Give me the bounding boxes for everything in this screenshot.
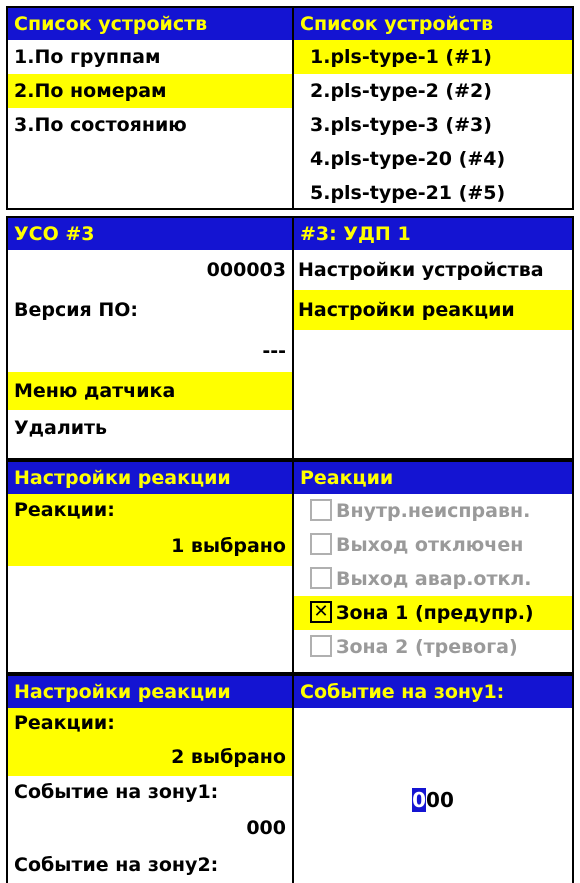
device-item-2[interactable]: 2.pls-type-2 (#2) xyxy=(294,74,572,108)
panel-header: Список устройств xyxy=(8,8,292,40)
reaction-label: Выход отключен xyxy=(336,534,524,556)
reaction-item-internal-fault[interactable]: Внутр.неисправн. xyxy=(294,494,572,528)
device-list-menu-panel: Список устройств 1.По группам 2.По номер… xyxy=(6,6,294,210)
reaction-item-output-disabled[interactable]: Выход отключен xyxy=(294,528,572,562)
checkbox-icon[interactable] xyxy=(310,566,332,589)
checkbox-checked-icon[interactable]: ✕ xyxy=(310,600,332,623)
event-zone2-label[interactable]: Событие на зону2: xyxy=(8,848,292,882)
sensor-menu-item[interactable]: Меню датчика xyxy=(8,372,292,410)
reaction-settings-item[interactable]: Настройки реакции xyxy=(294,290,572,330)
reaction-settings-detail-panel: Настройки реакции Реакции: 2 выбрано Соб… xyxy=(6,674,294,883)
panel-header: #3: УДП 1 xyxy=(294,218,572,250)
reaction-label: Зона 2 (тревога) xyxy=(336,636,518,658)
reaction-label: Внутр.неисправн. xyxy=(336,500,531,522)
panel-header: Список устройств xyxy=(294,8,572,40)
checkbox-icon[interactable] xyxy=(310,498,332,521)
event-zone1-edit-panel: Событие на зону1: 000 xyxy=(292,674,574,883)
device-item-3[interactable]: 3.pls-type-3 (#3) xyxy=(294,108,572,142)
event-zone1-value[interactable]: 000 xyxy=(8,808,292,848)
device-item-5[interactable]: 5.pls-type-21 (#5) xyxy=(294,176,572,208)
reactions-label[interactable]: Реакции: xyxy=(8,708,292,738)
event-zone1-label[interactable]: Событие на зону1: xyxy=(8,776,292,808)
reactions-label[interactable]: Реакции: xyxy=(8,494,292,526)
event-code-digits: 00 xyxy=(426,788,454,812)
edit-cursor-digit[interactable]: 0 xyxy=(412,788,427,812)
device-item-1[interactable]: 1.pls-type-1 (#1) xyxy=(294,40,572,74)
delete-item[interactable]: Удалить xyxy=(8,410,292,446)
reactions-value[interactable]: 2 выбрано xyxy=(8,738,292,776)
serial-number: 000003 xyxy=(206,259,286,281)
device-list-panel: Список устройств 1.pls-type-1 (#1) 2.pls… xyxy=(292,6,574,210)
reaction-item-zone-2-alarm[interactable]: Зона 2 (тревога) xyxy=(294,630,572,664)
panel-header: Настройки реакции xyxy=(8,676,292,708)
panel-header: Событие на зону1: xyxy=(294,676,572,708)
device-item-4[interactable]: 4.pls-type-20 (#4) xyxy=(294,142,572,176)
reactions-value[interactable]: 1 выбрано xyxy=(8,526,292,566)
reaction-settings-panel: Настройки реакции Реакции: 1 выбрано xyxy=(6,460,294,674)
menu-item-by-state[interactable]: 3.По состоянию xyxy=(8,108,292,142)
reactions-list-panel: Реакции Внутр.неисправн. Выход отключен … xyxy=(292,460,574,674)
device-settings-item[interactable]: Настройки устройства xyxy=(294,250,572,290)
udp-device-panel: #3: УДП 1 Настройки устройства Настройки… xyxy=(292,216,574,460)
reaction-item-zone-1-warning[interactable]: ✕ Зона 1 (предупр.) xyxy=(294,596,572,630)
uso-device-panel: УСО #3 000003 Версия ПО: --- Меню датчик… xyxy=(6,216,294,460)
reaction-label: Выход авар.откл. xyxy=(336,568,532,590)
checkbox-icon[interactable] xyxy=(310,634,332,657)
reaction-label: Зона 1 (предупр.) xyxy=(336,602,534,624)
firmware-version-label: Версия ПО: xyxy=(14,299,139,321)
panel-header: Реакции xyxy=(294,462,572,494)
menu-item-by-numbers[interactable]: 2.По номерам xyxy=(8,74,292,108)
menu-item-by-groups[interactable]: 1.По группам xyxy=(8,40,292,74)
panel-header: Настройки реакции xyxy=(8,462,292,494)
firmware-version-value: --- xyxy=(262,340,286,362)
event-code-editor[interactable]: 000 xyxy=(294,788,572,812)
checkbox-icon[interactable] xyxy=(310,532,332,555)
panel-header: УСО #3 xyxy=(8,218,292,250)
reaction-item-output-emergency-off[interactable]: Выход авар.откл. xyxy=(294,562,572,596)
